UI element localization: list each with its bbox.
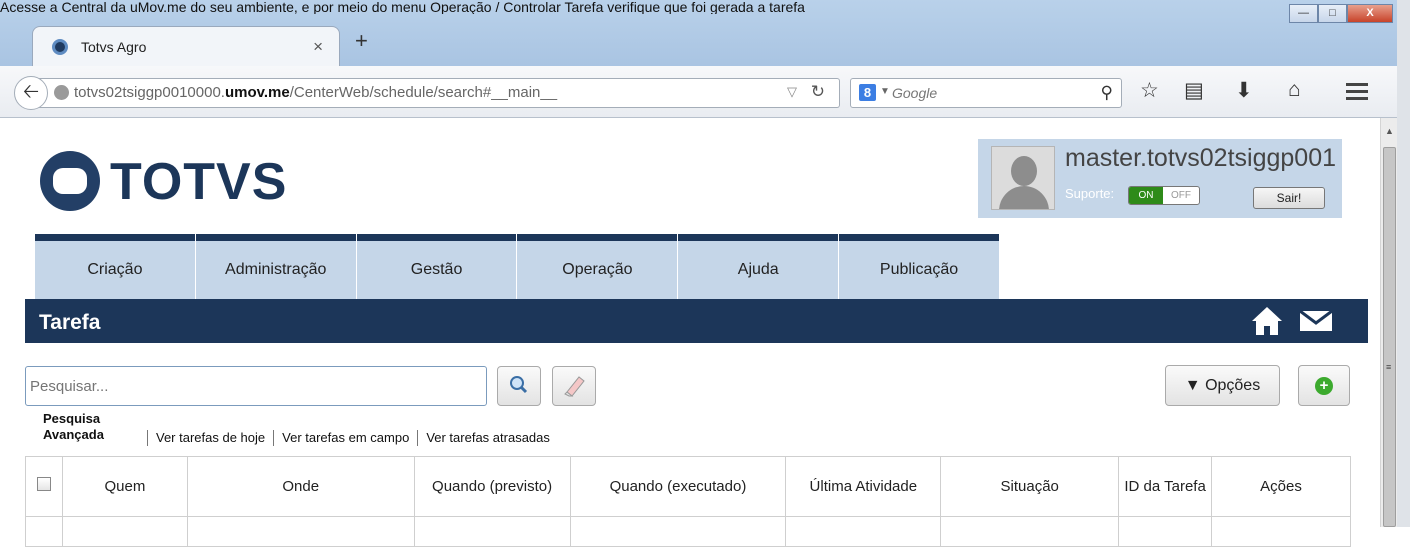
page-title: Tarefa [39, 311, 101, 334]
url-dropdown-icon[interactable]: ▽ [787, 84, 797, 100]
magnifier-icon [510, 376, 528, 394]
tab-title: Totvs Agro [81, 39, 147, 55]
table-header-row: Quem Onde Quando (previsto) Quando (exec… [25, 456, 1351, 517]
toggle-off-label: OFF [1171, 190, 1191, 201]
plus-icon: + [1315, 377, 1333, 395]
task-table: Quem Onde Quando (previsto) Quando (exec… [25, 456, 1351, 547]
totvs-logo-icon [40, 151, 100, 211]
col-ultima-atividade[interactable]: Última Atividade [785, 456, 942, 517]
search-icon[interactable]: ⚲ [1101, 83, 1113, 103]
nav-item-gestao[interactable]: Gestão [356, 234, 517, 299]
advanced-search-link[interactable]: Pesquisa Avançada [43, 411, 138, 443]
nav-item-criacao[interactable]: Criação [35, 234, 195, 299]
logout-button[interactable]: Sair! [1253, 187, 1325, 209]
col-onde[interactable]: Onde [186, 456, 415, 517]
document-caption: Acesse a Central da uMov.me do seu ambie… [0, 0, 805, 14]
user-panel: master.totvs02tsiggp0010000 Suporte: ON … [978, 139, 1342, 218]
col-situacao[interactable]: Situação [940, 456, 1120, 517]
eraser-icon [564, 376, 585, 397]
username: master.totvs02tsiggp0010000 [1065, 144, 1335, 172]
filter-in-field-link[interactable]: Ver tarefas em campo [273, 430, 417, 446]
scroll-up-icon[interactable]: ▲ [1385, 126, 1394, 136]
maximize-button[interactable]: □ [1318, 4, 1347, 23]
toggle-on-label: ON [1129, 187, 1163, 204]
main-nav: Criação Administração Gestão Operação Aj… [35, 234, 1000, 299]
support-toggle[interactable]: ON OFF [1128, 186, 1200, 205]
home-icon[interactable] [1250, 305, 1284, 337]
menu-icon[interactable] [1346, 83, 1368, 104]
col-quem[interactable]: Quem [61, 456, 188, 517]
site-identity-icon[interactable] [54, 85, 69, 100]
tab-close-icon[interactable]: × [313, 37, 323, 57]
quick-filters: Ver tarefas de hoje Ver tarefas em campo… [147, 430, 558, 446]
search-button[interactable] [497, 366, 541, 406]
col-id-tarefa[interactable]: ID da Tarefa [1118, 456, 1213, 517]
add-task-button[interactable]: + [1298, 365, 1350, 406]
nav-item-ajuda[interactable]: Ajuda [678, 234, 839, 299]
nav-item-administracao[interactable]: Administração [195, 234, 356, 299]
new-tab-button[interactable]: + [355, 28, 368, 54]
col-quando-executado[interactable]: Quando (executado) [569, 456, 787, 517]
url-text[interactable]: totvs02tsiggp0010000.umov.me/CenterWeb/s… [74, 84, 557, 101]
avatar [991, 146, 1055, 210]
nav-item-operacao[interactable]: Operação [517, 234, 678, 299]
nav-item-publicacao[interactable]: Publicação [839, 234, 999, 299]
browser-window: — □ X Totvs Agro × + totvs02tsiggp001000… [0, 0, 1397, 547]
mail-icon[interactable] [1299, 310, 1333, 332]
window-controls: — □ X [1289, 4, 1393, 23]
search-input[interactable] [25, 366, 487, 406]
reading-list-icon[interactable]: ▤ [1184, 78, 1204, 103]
select-all-cell [25, 456, 63, 517]
filter-late-link[interactable]: Ver tarefas atrasadas [417, 430, 558, 446]
options-button[interactable]: ▼ Opções [1165, 365, 1280, 406]
page-header-bar: Tarefa [25, 299, 1368, 343]
browser-search-bar[interactable]: 8 ▼ Google ⚲ [850, 78, 1122, 108]
logo-text: TOTVS [110, 153, 288, 211]
col-acoes: Ações [1211, 456, 1351, 517]
engine-dropdown-icon[interactable]: ▼ [880, 86, 890, 97]
favicon-icon [52, 39, 68, 55]
filter-today-link[interactable]: Ver tarefas de hoje [147, 430, 273, 446]
download-icon[interactable]: ⬇ [1235, 78, 1253, 103]
browser-home-icon[interactable]: ⌂ [1288, 78, 1301, 102]
url-bar[interactable]: totvs02tsiggp0010000.umov.me/CenterWeb/s… [30, 78, 840, 108]
bookmark-star-icon[interactable]: ☆ [1140, 78, 1159, 103]
minimize-button[interactable]: — [1289, 4, 1318, 23]
table-row [25, 516, 1351, 547]
scrollbar[interactable]: ▲ ≡ [1380, 118, 1397, 527]
select-all-checkbox[interactable] [36, 477, 51, 491]
scroll-thumb[interactable]: ≡ [1383, 147, 1396, 527]
suporte-label: Suporte: [1065, 186, 1115, 201]
browser-tab[interactable]: Totvs Agro × [32, 26, 340, 66]
reload-icon[interactable]: ↻ [811, 82, 825, 102]
col-quando-previsto[interactable]: Quando (previsto) [413, 456, 571, 517]
window-close-button[interactable]: X [1347, 4, 1393, 23]
google-icon[interactable]: 8 [859, 84, 876, 101]
adjacent-window-edge [1397, 0, 1410, 527]
back-button[interactable]: 🡠 [14, 76, 48, 110]
clear-button[interactable] [552, 366, 596, 406]
browser-search-placeholder: Google [892, 85, 938, 101]
